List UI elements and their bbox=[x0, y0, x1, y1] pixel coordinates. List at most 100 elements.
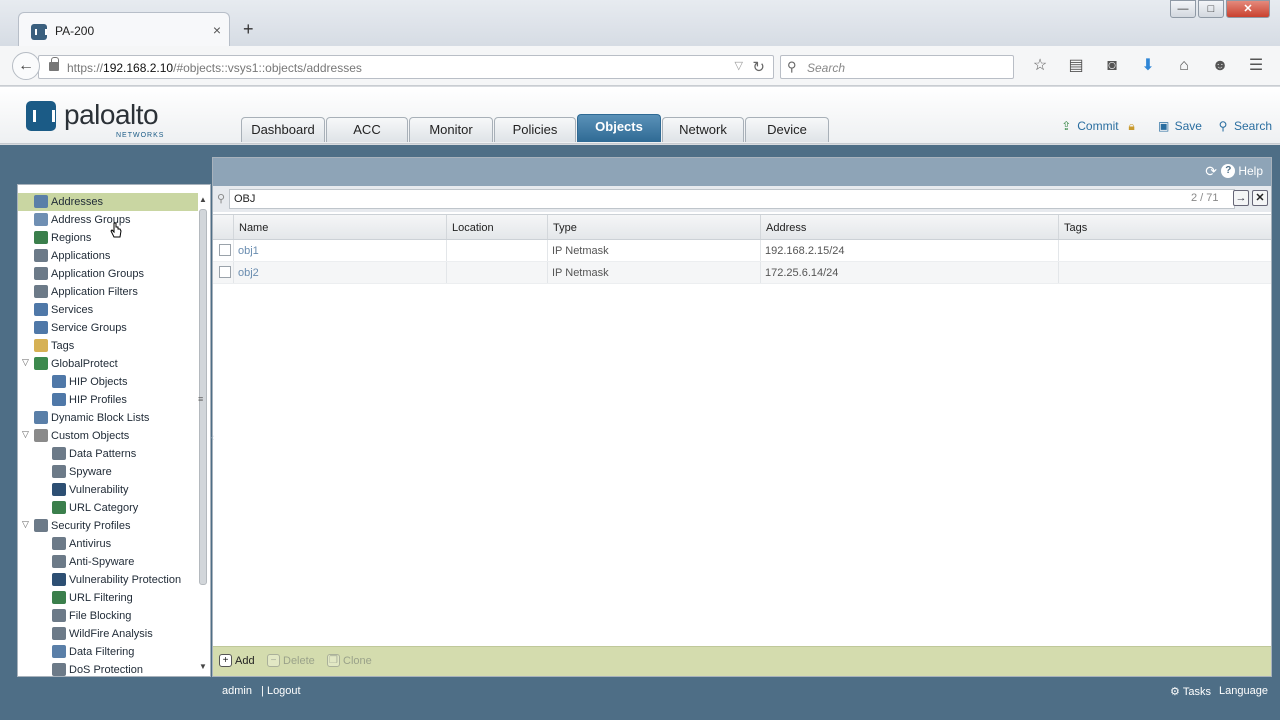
commit-button[interactable]: ⇪ Commit 🔒︎ bbox=[1059, 119, 1142, 133]
clear-filter-button[interactable]: ✕ bbox=[1252, 190, 1268, 206]
sidebar-item-application-groups[interactable]: Application Groups bbox=[18, 265, 198, 283]
sidebar-item-hip-profiles[interactable]: HIP Profiles bbox=[18, 391, 198, 409]
tab-objects[interactable]: Objects bbox=[577, 114, 661, 142]
home-icon[interactable]: ⌂ bbox=[1166, 56, 1202, 76]
new-tab-button[interactable]: + bbox=[243, 20, 254, 38]
type-cell: IP Netmask bbox=[548, 262, 761, 283]
sidebar-item-tags[interactable]: Tags bbox=[18, 337, 198, 355]
column-header-location[interactable]: Location bbox=[447, 215, 548, 239]
column-header-tags[interactable]: Tags bbox=[1059, 215, 1272, 239]
sidebar-item-label: Anti-Spyware bbox=[69, 556, 135, 568]
help-button[interactable]: ? Help bbox=[1221, 164, 1263, 178]
sidebar-item-data-patterns[interactable]: Data Patterns bbox=[18, 445, 198, 463]
sidebar-item-address-groups[interactable]: Address Groups bbox=[18, 211, 198, 229]
reload-icon[interactable]: ↻ bbox=[752, 58, 765, 76]
scroll-down-icon[interactable]: ▼ bbox=[199, 662, 207, 671]
sidebar-item-dos-protection[interactable]: DoS Protection bbox=[18, 661, 198, 676]
clone-button[interactable]: ❐ Clone bbox=[327, 654, 372, 667]
back-button[interactable]: ← bbox=[12, 52, 40, 80]
address-bar[interactable]: https://192.168.2.10/#objects::vsys1::ob… bbox=[38, 55, 774, 79]
sidebar-item-applications[interactable]: Applications bbox=[18, 247, 198, 265]
address-icon bbox=[34, 195, 48, 208]
download-icon[interactable]: ⬇ bbox=[1130, 56, 1166, 76]
splitter-grip-icon[interactable]: ≡ bbox=[198, 394, 203, 404]
sidebar-item-url-category[interactable]: URL Category bbox=[18, 499, 198, 517]
filter-bar: ⚲ 2 / 71 → ✕ bbox=[213, 186, 1271, 212]
sidebar-item-spyware[interactable]: Spyware bbox=[18, 463, 198, 481]
sidebar-item-wildfire-analysis[interactable]: WildFire Analysis bbox=[18, 625, 198, 643]
sidebar-item-label: Data Patterns bbox=[69, 448, 137, 460]
sidebar-item-label: Custom Objects bbox=[51, 430, 130, 442]
sidebar-item-vulnerability[interactable]: Vulnerability bbox=[18, 481, 198, 499]
sidebar-item-services[interactable]: Services bbox=[18, 301, 198, 319]
close-window-button[interactable]: ✕ bbox=[1226, 0, 1270, 18]
sidebar-item-globalprotect[interactable]: ▽ GlobalProtect bbox=[18, 355, 198, 373]
sidebar-item-data-filtering[interactable]: Data Filtering bbox=[18, 643, 198, 661]
table-row[interactable]: obj2 IP Netmask 172.25.6.14/24 bbox=[213, 262, 1271, 284]
search-placeholder: Search bbox=[807, 61, 846, 75]
spyware-icon bbox=[52, 465, 66, 478]
name-cell[interactable]: obj2 bbox=[234, 262, 447, 283]
sidebar-item-vulnerability-protection[interactable]: Vulnerability Protection bbox=[18, 571, 198, 589]
browser-titlebar: PA-200 × + — □ ✕ bbox=[0, 0, 1280, 48]
browser-toolbar: ☆ ▤ ◙ ⬇ ⌂ ☻ ☰ bbox=[1022, 56, 1274, 76]
column-header-name[interactable]: Name bbox=[234, 215, 447, 239]
reading-list-icon[interactable]: ▤ bbox=[1058, 56, 1094, 76]
lock-icon[interactable]: 🔒︎ bbox=[1125, 119, 1139, 133]
sidebar-item-custom-objects[interactable]: ▽ Custom Objects bbox=[18, 427, 198, 445]
tab-close-icon[interactable]: × bbox=[213, 22, 221, 38]
browser-tab[interactable]: PA-200 × bbox=[18, 12, 230, 48]
tab-policies[interactable]: Policies bbox=[494, 117, 576, 142]
sidebar-item-addresses[interactable]: Addresses bbox=[18, 193, 198, 211]
sidebar-item-file-blocking[interactable]: File Blocking bbox=[18, 607, 198, 625]
address-cell: 172.25.6.14/24 bbox=[761, 262, 1059, 283]
filter-input[interactable] bbox=[229, 189, 1235, 209]
sidebar-item-label: URL Category bbox=[69, 502, 139, 514]
logout-link[interactable]: | Logout bbox=[261, 685, 301, 697]
history-dropdown-icon[interactable]: ▽ bbox=[735, 59, 743, 72]
sidebar-scrollbar[interactable]: ▲ ▼ bbox=[198, 195, 208, 671]
add-button[interactable]: + Add bbox=[219, 654, 255, 667]
sidebar-item-regions[interactable]: Regions bbox=[18, 229, 198, 247]
sidebar-item-dynamic-block-lists[interactable]: Dynamic Block Lists bbox=[18, 409, 198, 427]
name-cell[interactable]: obj1 bbox=[234, 240, 447, 261]
sidebar-item-url-filtering[interactable]: URL Filtering bbox=[18, 589, 198, 607]
tab-dashboard[interactable]: Dashboard bbox=[241, 117, 325, 142]
chat-icon[interactable]: ☻ bbox=[1202, 56, 1238, 76]
main-tabs: Dashboard ACC Monitor Policies Objects N… bbox=[241, 114, 830, 142]
grid-icon bbox=[34, 285, 48, 298]
sidebar-item-security-profiles[interactable]: ▽ Security Profiles bbox=[18, 517, 198, 535]
expand-toggle-icon[interactable]: ▽ bbox=[22, 357, 29, 368]
sidebar-item-antivirus[interactable]: Antivirus bbox=[18, 535, 198, 553]
save-button[interactable]: ▣ Save bbox=[1157, 119, 1202, 133]
global-search-button[interactable]: ⚲ Search bbox=[1216, 119, 1272, 133]
language-link[interactable]: Language bbox=[1219, 685, 1268, 698]
select-column-header[interactable] bbox=[213, 215, 234, 239]
tasks-button[interactable]: ⚙ Tasks bbox=[1170, 685, 1211, 699]
sidebar-item-application-filters[interactable]: Application Filters bbox=[18, 283, 198, 301]
column-header-type[interactable]: Type bbox=[548, 215, 761, 239]
star-icon[interactable]: ☆ bbox=[1022, 56, 1058, 76]
collapse-sidebar-icon[interactable]: ‹ bbox=[211, 432, 214, 442]
expand-toggle-icon[interactable]: ▽ bbox=[22, 429, 29, 440]
refresh-icon[interactable]: ⟳ bbox=[1205, 163, 1217, 180]
menu-icon[interactable]: ☰ bbox=[1238, 56, 1274, 76]
tab-acc[interactable]: ACC bbox=[326, 117, 408, 142]
scroll-up-icon[interactable]: ▲ bbox=[199, 195, 207, 204]
tab-device[interactable]: Device bbox=[745, 117, 829, 142]
delete-button[interactable]: − Delete bbox=[267, 654, 315, 667]
tab-monitor[interactable]: Monitor bbox=[409, 117, 493, 142]
browser-search-box[interactable]: ⚲ Search bbox=[780, 55, 1014, 79]
apply-filter-button[interactable]: → bbox=[1233, 190, 1249, 206]
pocket-icon[interactable]: ◙ bbox=[1094, 56, 1130, 76]
minimize-button[interactable]: — bbox=[1170, 0, 1196, 18]
sidebar-item-service-groups[interactable]: Service Groups bbox=[18, 319, 198, 337]
tab-network[interactable]: Network bbox=[662, 117, 744, 142]
sidebar-item-anti-spyware[interactable]: Anti-Spyware bbox=[18, 553, 198, 571]
expand-toggle-icon[interactable]: ▽ bbox=[22, 519, 29, 530]
column-header-address[interactable]: Address bbox=[761, 215, 1059, 239]
filter-icon bbox=[52, 645, 66, 658]
maximize-button[interactable]: □ bbox=[1198, 0, 1224, 18]
table-row[interactable]: obj1 IP Netmask 192.168.2.15/24 bbox=[213, 240, 1271, 262]
sidebar-item-hip-objects[interactable]: HIP Objects bbox=[18, 373, 198, 391]
